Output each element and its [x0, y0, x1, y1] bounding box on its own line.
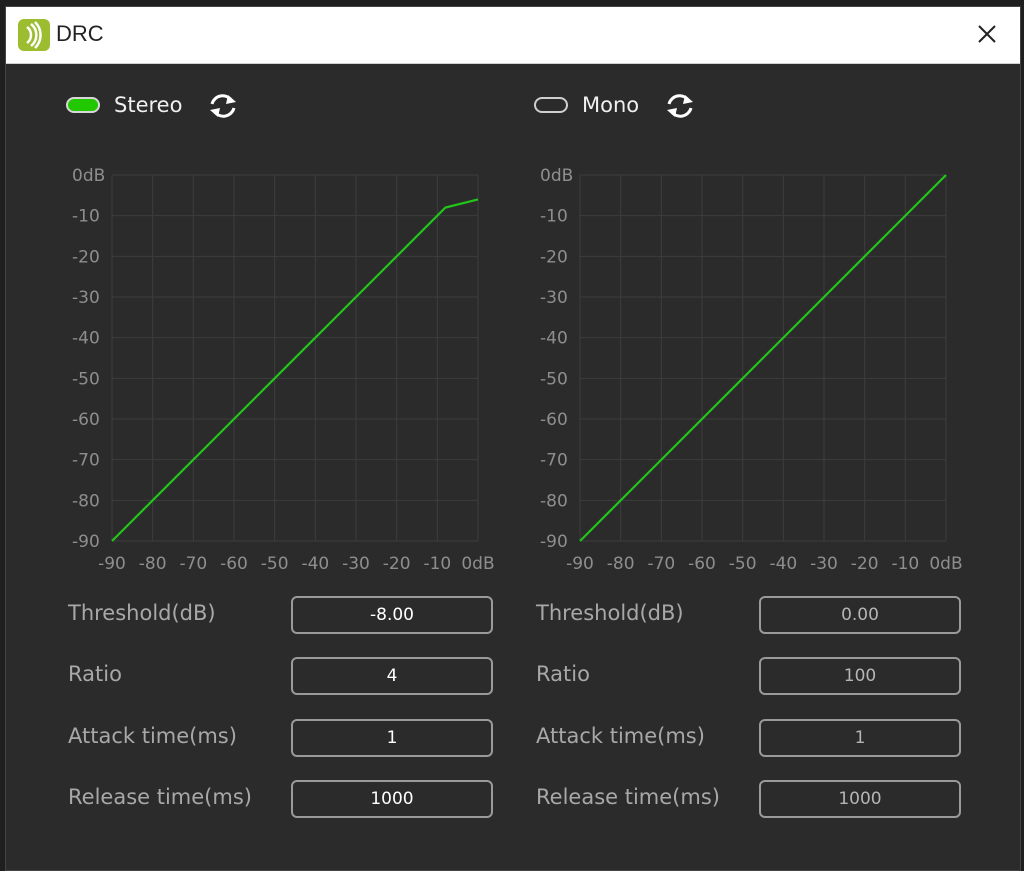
stereo-curve-line	[111, 198, 479, 542]
mono-curve-chart: 0dB-10-20-30-40-50-60-70-80-90-90 -80 -70-…	[540, 166, 963, 574]
stereo-ratio-label: Ratio	[68, 662, 122, 686]
mono-y-tick-label: -60	[540, 410, 568, 430]
window-title: DRC	[56, 21, 104, 46]
mono-y-tick-label: -70	[540, 451, 568, 471]
stereo-x-tick-label: -30	[342, 554, 370, 574]
mono-ratio-input[interactable]	[759, 657, 961, 695]
mono-x-tick-label: -40	[769, 554, 797, 574]
stereo-refresh-icon[interactable]	[206, 91, 240, 121]
stereo-y-tick-label: -90	[72, 532, 100, 552]
mono-x-tick-label: 0dB	[929, 554, 962, 574]
stereo-attack-input[interactable]	[291, 719, 493, 757]
mono-x-tick-label: -90	[566, 554, 594, 574]
mono-x-tick-label: -70	[647, 554, 675, 574]
mono-x-tick-label: -20	[851, 554, 879, 574]
mono-threshold-label: Threshold(dB)	[536, 601, 684, 625]
mono-x-tick-label: -50	[729, 554, 757, 574]
mono-panel: Mono 0dB -10 -20 -30 -40 -50 -60 -70 -80 -90 -90 -8…	[522, 63, 992, 863]
mono-release-input[interactable]	[759, 780, 961, 818]
close-icon	[978, 25, 996, 43]
stereo-x-tick-label: 0dB	[461, 554, 494, 574]
stereo-x-tick-label: -20	[383, 554, 411, 574]
mono-x-tick-label: -80	[607, 554, 635, 574]
stereo-toggle[interactable]	[66, 97, 100, 113]
stereo-x-tick-label: -90	[98, 554, 126, 574]
title-bar: DRC	[6, 7, 1020, 64]
stereo-x-tick-label: -10	[423, 554, 451, 574]
stereo-y-tick-label: -40	[72, 329, 100, 349]
stereo-y-tick-label: -50	[72, 369, 100, 389]
stereo-release-label: Release time(ms)	[68, 785, 252, 809]
stereo-panel: Stereo 0dB -10 -20 -30 -40 -50 -60 -70 -80 -90 -90…	[54, 63, 524, 863]
stereo-y-tick-label: -80	[72, 491, 100, 511]
stereo-y-tick-label: -70	[72, 451, 100, 471]
stereo-x-tick-label: -40	[301, 554, 329, 574]
stereo-x-tick-label: -60	[220, 554, 248, 574]
mono-y-tick-label: -10	[540, 207, 568, 227]
mono-threshold-input[interactable]	[759, 596, 961, 634]
mono-x-tick-label: -30	[810, 554, 838, 574]
mono-x-tick-label: -60	[688, 554, 716, 574]
stereo-threshold-label: Threshold(dB)	[68, 601, 216, 625]
drc-window: DRC Stereo 0dB -10 -20 -30 -40 -50 -60 -70 -80 -9…	[5, 6, 1021, 871]
mono-attack-label: Attack time(ms)	[536, 724, 705, 748]
stereo-y-tick-label: -10	[72, 207, 100, 227]
stereo-x-tick-label: -50	[261, 554, 289, 574]
mono-ratio-label: Ratio	[536, 662, 590, 686]
stereo-release-input[interactable]	[291, 780, 493, 818]
stereo-x-tick-label: -80	[139, 554, 167, 574]
mono-y-tick-label: -50	[540, 369, 568, 389]
stereo-y-tick-label: -20	[72, 247, 100, 267]
stereo-attack-label: Attack time(ms)	[68, 724, 237, 748]
stereo-y-tick-label: 0dB	[72, 166, 105, 186]
mono-y-tick-label: 0dB	[540, 166, 573, 186]
mono-curve-line	[579, 174, 947, 542]
stereo-mode-row: Stereo	[66, 93, 366, 129]
stereo-threshold-input[interactable]	[291, 596, 493, 634]
stereo-curve-chart: 0dB-10-20-30-40-50-60-70-80-90-90 -80 -70-…	[72, 166, 495, 574]
stereo-y-tick-label: -30	[72, 288, 100, 308]
mono-y-tick-label: -20	[540, 247, 568, 267]
stereo-x-tick-label: -70	[179, 554, 207, 574]
mono-toggle[interactable]	[534, 97, 568, 113]
mono-y-tick-label: -90	[540, 532, 568, 552]
mono-release-label: Release time(ms)	[536, 785, 720, 809]
mono-attack-input[interactable]	[759, 719, 961, 757]
mono-mode-row: Mono	[534, 93, 834, 129]
close-button[interactable]	[972, 19, 1002, 49]
stereo-label: Stereo	[114, 93, 183, 117]
mono-y-tick-label: -80	[540, 491, 568, 511]
mono-x-tick-label: -10	[891, 554, 919, 574]
mono-label: Mono	[582, 93, 640, 117]
app-logo-icon	[18, 19, 50, 51]
mono-y-tick-label: -30	[540, 288, 568, 308]
mono-refresh-icon[interactable]	[663, 91, 697, 121]
stereo-ratio-input[interactable]	[291, 657, 493, 695]
stereo-y-tick-label: -60	[72, 410, 100, 430]
mono-y-tick-label: -40	[540, 329, 568, 349]
